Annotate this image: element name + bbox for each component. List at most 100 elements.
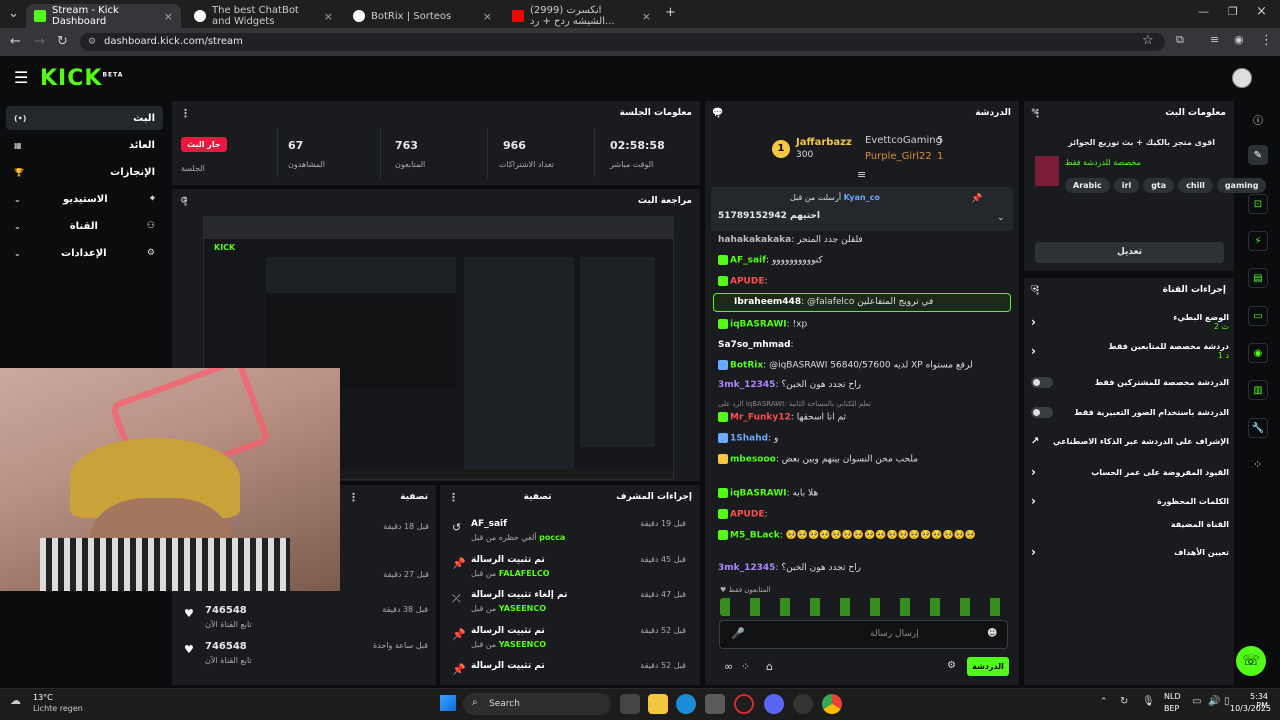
clock-date[interactable]: 10/3/2025: [1230, 704, 1271, 713]
more-options-icon[interactable]: ⋮: [448, 491, 459, 504]
close-icon[interactable]: ×: [483, 10, 492, 23]
nav-item-settings[interactable]: ⌄ الإعدادات ⚙: [6, 241, 163, 265]
network-icon[interactable]: ▭: [1192, 696, 1201, 707]
task-view-icon[interactable]: [620, 694, 640, 714]
new-tab-button[interactable]: +: [665, 5, 676, 20]
chevron-down-icon[interactable]: ⌄: [997, 213, 1005, 223]
followers-only-row[interactable]: › دردشة مخصصة للمتابعين فقط 1 د: [1031, 342, 1229, 360]
language-code[interactable]: NLD: [1164, 692, 1181, 701]
chat-settings-icon[interactable]: ⚙: [947, 660, 956, 671]
nav-item-studio[interactable]: ⌄ الاستيديو ⌖: [6, 187, 163, 211]
apps-icon[interactable]: ⁘: [1253, 458, 1262, 471]
site-info-icon[interactable]: ⚙: [88, 37, 96, 47]
browser-menu-icon[interactable]: ⋮: [1260, 33, 1273, 48]
emotes-only-toggle[interactable]: [1031, 407, 1053, 418]
collapse-icon[interactable]: ≡: [857, 168, 866, 181]
wrench-icon[interactable]: 🔧: [1248, 418, 1268, 438]
hamburger-menu-icon[interactable]: ☰: [14, 68, 28, 87]
layout-icon[interactable]: ▥: [1248, 380, 1268, 400]
reading-list-icon[interactable]: ≡: [1210, 33, 1219, 46]
emoji-icon[interactable]: ☻: [987, 628, 997, 639]
settings-app-icon[interactable]: [793, 694, 813, 714]
leader-name[interactable]: Jaffarbazz: [796, 137, 852, 148]
profile-icon[interactable]: ◉: [1234, 33, 1244, 46]
chrome-icon[interactable]: [822, 694, 842, 714]
filter-label[interactable]: تصفية: [524, 492, 552, 502]
taskbar-search[interactable]: Search: [463, 693, 611, 715]
weather-temp[interactable]: 13°C: [33, 693, 53, 702]
lightning-icon[interactable]: ⚡: [1248, 231, 1268, 251]
keyboard-layout[interactable]: BEP: [1164, 704, 1179, 713]
emote-bar[interactable]: [720, 598, 1010, 616]
edit-pencil-icon[interactable]: ✎: [1248, 145, 1268, 165]
edge-icon[interactable]: [676, 694, 696, 714]
mic-icon[interactable]: 🎤: [731, 627, 745, 640]
ai-moderation-row[interactable]: ↗ الإشراف على الدردشة عبر الذكاء الاصطنا…: [1031, 436, 1229, 447]
maximize-button[interactable]: ❐: [1228, 5, 1238, 18]
forward-icon[interactable]: →: [34, 34, 45, 49]
extensions-icon[interactable]: ⧉: [1176, 33, 1184, 47]
tag[interactable]: chill: [1178, 178, 1213, 193]
broadcast-icon[interactable]: ◉: [1248, 343, 1268, 363]
infinity-icon[interactable]: ∞: [724, 660, 733, 673]
bookmark-star-icon[interactable]: ☆: [1142, 33, 1154, 48]
follower-name[interactable]: 746548: [205, 605, 247, 616]
follower-name[interactable]: 746548: [205, 641, 247, 652]
tab-kick-dashboard[interactable]: Stream - Kick Dashboard ×: [26, 4, 181, 28]
tab-chatbot[interactable]: The best ChatBot and Widgets ×: [186, 4, 341, 28]
host-channel-row[interactable]: القناة المضيفة: [1031, 520, 1229, 529]
battery-icon[interactable]: ▯: [1224, 696, 1230, 707]
close-icon[interactable]: ×: [324, 10, 333, 23]
scan-icon[interactable]: ⊡: [1248, 194, 1268, 214]
nav-item-achievements[interactable]: 🏆 الإنجازات: [6, 160, 163, 184]
minimize-button[interactable]: —: [1198, 5, 1209, 18]
chevron-up-icon[interactable]: ⌃: [1100, 697, 1108, 707]
category-link[interactable]: مخصصة للدردشة فقط: [1065, 158, 1141, 167]
subscribers-only-row[interactable]: الدردشة مخصصة للمشتركين فقط: [1031, 377, 1229, 388]
edit-stream-button[interactable]: تعديل: [1035, 242, 1224, 263]
emotes-only-row[interactable]: الدردشة باستخدام الصور التعبيرية فقط: [1031, 407, 1229, 418]
reload-icon[interactable]: ↻: [57, 34, 68, 49]
support-headset-icon[interactable]: ☏: [1236, 646, 1266, 676]
nav-item-channel[interactable]: ⌄ القناة ⚇: [6, 214, 163, 238]
tag[interactable]: Arabic: [1065, 178, 1110, 193]
leader-name[interactable]: EvettcoGaming: [865, 135, 942, 146]
info-icon[interactable]: ⓘ: [1253, 112, 1263, 127]
microphone-icon[interactable]: 🎙: [1142, 696, 1155, 707]
chat-input[interactable]: [719, 620, 1008, 649]
close-icon[interactable]: ×: [642, 10, 651, 23]
tab-search-icon[interactable]: ⌄: [8, 6, 19, 21]
filter-label[interactable]: تصفية: [400, 492, 428, 502]
store-icon[interactable]: [705, 694, 725, 714]
tab-botrix[interactable]: BotRix | Sorteos ×: [345, 4, 500, 28]
close-icon[interactable]: ×: [164, 10, 173, 23]
file-explorer-icon[interactable]: [648, 694, 668, 714]
banned-words-row[interactable]: › الكلمات المحظورة: [1031, 494, 1229, 508]
chat-icon[interactable]: ▭: [1248, 306, 1268, 326]
url-input[interactable]: dashboard.kick.com/stream: [80, 33, 1165, 51]
pin-icon[interactable]: 📌: [971, 194, 982, 204]
tag[interactable]: gta: [1143, 178, 1175, 193]
leader-name[interactable]: Purple_Girl22: [865, 151, 932, 162]
windows-start-icon[interactable]: [440, 695, 456, 711]
back-icon[interactable]: ←: [10, 34, 21, 49]
window-close-button[interactable]: ×: [1256, 4, 1267, 19]
sync-icon[interactable]: ↻: [1120, 696, 1128, 707]
weather-desc[interactable]: Lichte regen: [33, 704, 83, 713]
opera-icon[interactable]: [734, 694, 754, 714]
subscribers-only-toggle[interactable]: [1031, 377, 1053, 388]
send-chat-button[interactable]: الدردشة: [967, 657, 1009, 676]
discord-icon[interactable]: [764, 694, 784, 714]
nav-item-revenue[interactable]: ▦ العائد: [6, 133, 163, 157]
user-avatar[interactable]: [1232, 68, 1252, 88]
store-icon[interactable]: ⌂: [766, 660, 773, 673]
set-goals-row[interactable]: › تعيين الأهداف: [1031, 545, 1229, 559]
tag[interactable]: irl: [1113, 178, 1140, 193]
tab-youtube[interactable]: (2999) انكسرت الشيشه ردح + رد... ×: [504, 4, 659, 28]
nav-item-stream[interactable]: (•) البث: [6, 106, 163, 130]
more-options-icon[interactable]: ⋮: [180, 107, 191, 120]
more-options-icon[interactable]: ⋮: [348, 491, 359, 504]
document-icon[interactable]: ▤: [1248, 268, 1268, 288]
kick-logo[interactable]: KICKBETA: [40, 66, 123, 91]
account-age-row[interactable]: › القيود المفروضة على عمر الحساب: [1031, 465, 1229, 479]
